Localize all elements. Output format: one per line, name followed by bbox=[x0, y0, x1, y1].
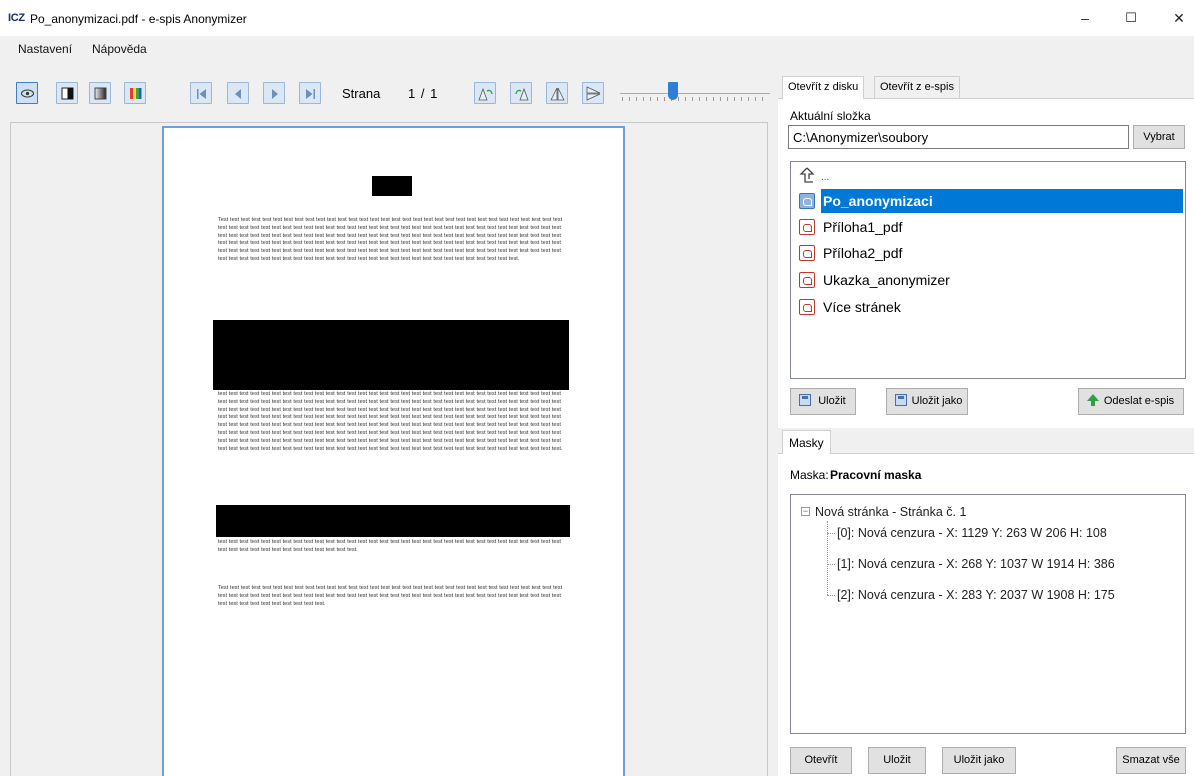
file-item-ukazka[interactable]: Ukazka_anonymizer bbox=[795, 268, 1183, 292]
document-viewer[interactable]: Test test test test test test test test … bbox=[10, 122, 768, 776]
file-item-po-anonymizaci[interactable]: Po_anonymizaci bbox=[795, 189, 1183, 213]
paragraph-3: test test test test test test test test … bbox=[218, 539, 561, 553]
masks-panel: Maska: Pracovní maska − Nová stránka - S… bbox=[778, 453, 1194, 776]
file-name: Příloha1_pdf bbox=[823, 219, 903, 235]
last-page-icon bbox=[306, 89, 315, 99]
delete-all-button[interactable]: Smazat vše bbox=[1116, 747, 1186, 774]
flip-vertical-button[interactable] bbox=[582, 82, 604, 104]
folder-up-label: ... bbox=[821, 172, 830, 183]
save-icon bbox=[799, 394, 811, 406]
last-page-button[interactable] bbox=[299, 82, 321, 104]
grayscale-icon bbox=[94, 87, 107, 100]
first-page-icon bbox=[197, 89, 206, 99]
rotate-right-icon bbox=[515, 87, 529, 101]
viewer-toolbar: Strana 1 / 1 bbox=[0, 62, 778, 118]
save-mask-button[interactable]: Uložit bbox=[868, 747, 926, 774]
save-as-icon bbox=[895, 394, 907, 406]
open-mask-button[interactable]: Otevřít bbox=[790, 747, 852, 774]
window-title: Po_anonymizaci.pdf - e-spis Anonymizer bbox=[30, 12, 247, 26]
collapse-icon[interactable]: − bbox=[801, 507, 810, 516]
app-logo: ICZ bbox=[8, 12, 25, 24]
zoom-slider-thumb[interactable] bbox=[668, 82, 678, 100]
menu-bar: Nastavení Nápověda bbox=[0, 36, 1194, 62]
page-counter: 1 / 1 bbox=[408, 86, 439, 101]
mask-name: Pracovní maska bbox=[830, 468, 922, 482]
paragraph-2: test test test test test test test test … bbox=[218, 391, 563, 452]
pdf-file-icon bbox=[799, 272, 815, 288]
redaction-box-2[interactable] bbox=[216, 505, 570, 537]
redaction-box-0[interactable] bbox=[372, 176, 412, 196]
close-button[interactable]: ✕ bbox=[1164, 6, 1194, 30]
menu-settings[interactable]: Nastavení bbox=[18, 42, 72, 56]
file-name: Více stránek bbox=[823, 299, 901, 315]
view-grayscale-button[interactable] bbox=[89, 82, 111, 104]
eye-icon bbox=[21, 89, 34, 98]
file-name: Příloha2_pdf bbox=[823, 245, 903, 261]
page-label: Strana bbox=[342, 86, 381, 101]
flip-horizontal-icon bbox=[550, 87, 565, 101]
title-bar: ICZ Po_anonymizaci.pdf - e-spis Anonymiz… bbox=[0, 0, 1194, 36]
minimize-button[interactable]: – bbox=[1070, 6, 1100, 30]
tab-open-from-espis[interactable]: Otevřít z e-spis bbox=[874, 76, 960, 98]
save-button[interactable]: Uložit bbox=[790, 388, 856, 415]
tab-masks[interactable]: Masky bbox=[782, 430, 831, 454]
redaction-box-1[interactable] bbox=[213, 320, 569, 390]
folder-up-item[interactable]: ... bbox=[795, 164, 1183, 188]
right-panel: Otevřít z disku Otevřít z e-spis Aktuáln… bbox=[778, 62, 1194, 776]
file-item-vice-stranek[interactable]: Více stránek bbox=[795, 295, 1183, 319]
tree-item-censor-1[interactable]: [1]: Nová cenzura - X: 268 Y: 1037 W 191… bbox=[837, 557, 1115, 571]
pdf-file-icon bbox=[799, 299, 815, 315]
prev-page-button[interactable] bbox=[227, 82, 249, 104]
document-page: Test test test test test test test test … bbox=[162, 126, 625, 776]
file-list[interactable]: ... Po_anonymizaci Příloha1_pdf Příloha2… bbox=[790, 161, 1186, 379]
upload-arrow-icon bbox=[1087, 394, 1099, 406]
tree-item-censor-0[interactable]: [0]: Nová cenzura - X: 1129 Y: 263 W 206… bbox=[837, 526, 1107, 540]
contrast-bw-icon bbox=[61, 87, 74, 100]
pdf-file-icon bbox=[799, 193, 815, 209]
file-name: Po_anonymizaci bbox=[823, 193, 933, 209]
tree-root-page[interactable]: Nová stránka - Stránka č. 1 bbox=[815, 505, 966, 519]
rotate-left-icon bbox=[478, 87, 493, 101]
next-page-button[interactable] bbox=[263, 82, 285, 104]
mask-label: Maska: bbox=[790, 468, 829, 482]
file-item-priloha2[interactable]: Příloha2_pdf bbox=[795, 241, 1183, 265]
save-as-button[interactable]: Uložit jako bbox=[886, 388, 968, 415]
viewer-area: Strana 1 / 1 Test test test test test te… bbox=[0, 62, 778, 776]
folder-up-icon bbox=[799, 167, 815, 183]
pdf-file-icon bbox=[799, 245, 815, 261]
choose-folder-button[interactable]: Vybrat bbox=[1133, 125, 1185, 149]
view-bw-button[interactable] bbox=[56, 82, 78, 104]
save-mask-as-button[interactable]: Uložit jako bbox=[942, 747, 1016, 774]
paragraph-4: Test test test test test test test test … bbox=[218, 585, 563, 607]
view-color-button[interactable] bbox=[124, 82, 146, 104]
pdf-file-icon bbox=[799, 219, 815, 235]
prev-page-icon bbox=[235, 89, 241, 99]
zoom-slider-ticks bbox=[622, 97, 768, 101]
flip-vertical-icon bbox=[586, 86, 601, 101]
paragraph-1: Test test test test test test test test … bbox=[218, 217, 563, 262]
current-folder-input[interactable]: C:\Anonymizer\soubory bbox=[788, 125, 1129, 149]
view-preview-button[interactable] bbox=[16, 82, 38, 104]
tree-item-censor-2[interactable]: [2]: Nová cenzura - X: 283 Y: 2037 W 190… bbox=[837, 588, 1115, 602]
rotate-left-button[interactable] bbox=[474, 82, 496, 104]
file-name: Ukazka_anonymizer bbox=[823, 272, 950, 288]
flip-horizontal-button[interactable] bbox=[546, 82, 568, 104]
menu-help[interactable]: Nápověda bbox=[92, 42, 147, 56]
mask-tree[interactable]: − Nová stránka - Stránka č. 1 [0]: Nová … bbox=[790, 494, 1186, 734]
tab-open-from-disk[interactable]: Otevřít z disku bbox=[782, 76, 865, 99]
first-page-button[interactable] bbox=[190, 82, 212, 104]
open-from-disk-panel: Aktuální složka C:\Anonymizer\soubory Vy… bbox=[778, 98, 1194, 428]
rotate-right-button[interactable] bbox=[510, 82, 532, 104]
color-icon bbox=[130, 88, 142, 99]
send-espis-button[interactable]: Odeslat e-spis bbox=[1078, 388, 1184, 415]
zoom-slider-track[interactable] bbox=[620, 93, 770, 95]
maximize-button[interactable]: ☐ bbox=[1116, 6, 1146, 30]
file-item-priloha1[interactable]: Příloha1_pdf bbox=[795, 215, 1183, 239]
next-page-icon bbox=[272, 89, 278, 99]
open-tabs: Otevřít z disku Otevřít z e-spis bbox=[778, 76, 1194, 99]
current-folder-label: Aktuální složka bbox=[790, 109, 871, 123]
